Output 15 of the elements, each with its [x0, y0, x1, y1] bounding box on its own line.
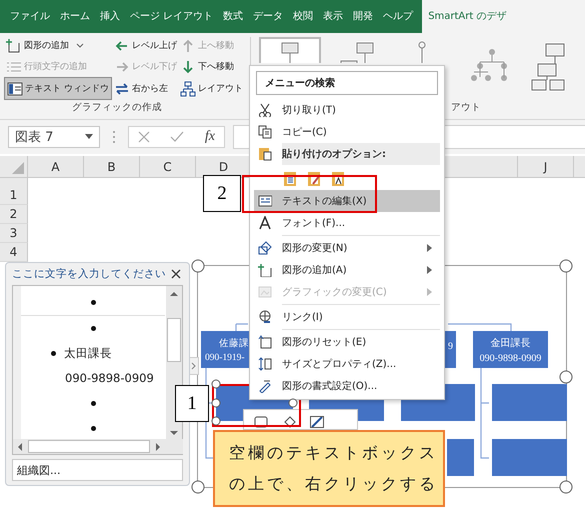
- note-text: の上で、右クリックする: [229, 474, 438, 494]
- box-text: 090-9898-0909: [480, 352, 542, 364]
- box-text: 佐藤課: [218, 337, 249, 350]
- box-text: 金田課長: [490, 336, 530, 350]
- step-number: 2: [203, 175, 241, 212]
- list-text: 太田課長: [64, 346, 112, 361]
- group-label: アウト: [451, 101, 481, 114]
- menu-section-header: 貼り付けのオプション:: [282, 143, 440, 165]
- box-text: 090-1919-: [205, 352, 245, 362]
- pane-title: ここに文字を入力してください: [12, 266, 166, 281]
- list-text: 090-9898-0909: [65, 371, 154, 386]
- step-number: 1: [175, 385, 209, 422]
- box-text: 9: [448, 341, 453, 352]
- note-text: 空欄のテキストボックス: [229, 444, 438, 464]
- group-label: グラフィックの作成: [72, 101, 162, 114]
